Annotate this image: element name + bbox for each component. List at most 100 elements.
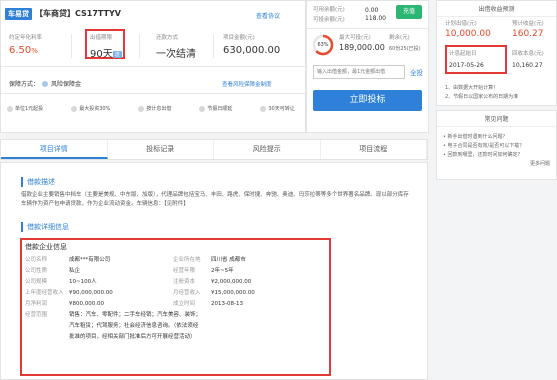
clock-icon [138,105,145,112]
field-value: 成都***有限公司 [69,257,111,263]
field-label: 月净利润 [25,301,48,307]
available-balance: 可用余额(元) [313,5,345,13]
available-value: 0.00 [365,7,379,14]
faq-item[interactable]: • 回款到哪里，还款时间如何确定？ [443,151,550,160]
can-invest-label: 可投余额(元) [313,17,345,23]
company-info-title: 借款企业信息 [25,243,67,251]
table-row: 公司性质 私企 经营年限 2年~5年 [25,266,255,277]
section-title-details: 借款详细信息 [21,222,69,232]
term-number: 90天 [90,49,113,60]
view-agreement-link[interactable]: 查看协议 [256,11,280,20]
tab-project-details[interactable]: 项目详情 [1,140,108,159]
rate-label: 约定年化利率 [9,35,43,41]
section-title-description: 借款描述 [21,177,55,187]
repay-value: 一次结清 [156,49,196,60]
expected-value[interactable]: 10,000.00 [445,29,491,39]
amount-value: 630,000.00 [223,45,281,56]
scope-line: 销售：汽车、零配件；二手车经销；汽车美容、装饰； [69,312,202,318]
percent-icon [71,105,78,112]
divider [71,34,72,58]
loan-description-text: 借款企业主要销售中档车（主要是美规、中东版、加版），代理品牌包括宝马、丰田、路虎… [21,192,409,207]
end-label: 回收本息(元) [512,51,544,57]
field-label: 公司性质 [25,268,48,274]
calc-expected: 计划出借(元) 10,000.00 [445,19,491,39]
rate-unit: % [31,47,38,55]
calc-income: 预计收益(元) 160.27 [512,19,544,39]
feature-item: 节假日顺延 [199,105,232,112]
progress-ring: 63% [312,34,334,56]
field-value: 2年~5年 [211,268,234,274]
end-value: 10,160.27 [512,62,543,69]
tab-project-process[interactable]: 项目流程 [321,140,427,159]
invest-all-link[interactable]: 全投 [410,67,423,77]
faq-list: • 新手出借时遇到什么问题？ • 电子合同是否有效/是否可以下载？ • 回款到哪… [437,127,556,169]
company-info-table: 公司名称 成都***有限公司 企业所在地 四川省 成都市 公司性质 私企 经营年限 2年~5… [25,255,255,343]
can-invest-value: 118.00 [365,15,386,22]
product-tag: 车易贷 [5,8,32,20]
tab-bid-records[interactable]: 投标记录 [108,140,214,159]
can-invest: 可投余额(元) [313,15,345,23]
scope-line: 汽车租赁；代驾服务；社会经济信息咨询。（依法须经 [69,323,199,329]
field-label: 公司规模 [25,279,48,285]
available-label: 可用余额(元) [313,7,345,13]
feature-item: 最大投资30% [71,105,110,112]
field-label: 注册资本 [173,279,196,285]
repay-metric: 还款方式 一次结清 [156,33,196,60]
invest-now-button[interactable]: 立即投标 [313,90,422,111]
field-label: 经营范围 [25,312,48,318]
amount-metric: 项目金额(元) 630,000.00 [223,33,280,56]
divider [1,93,305,94]
max-value: 189,000.00 [339,43,385,52]
faq-item[interactable]: • 新手出借时遇到什么问题？ [443,133,550,142]
loan-summary-panel: 车易贷 【车商贷】CS17TTYV 查看协议 约定年化利率 6.50% 出借期限 … [0,0,306,133]
calc-notes: 1、由数据大开始计算！ 2、节假日以国家公布的日期为准 [445,84,518,102]
calc-end: 回收本息(元) 10,160.27 [512,49,544,69]
field-value: ¥2,000,000.00 [211,279,252,285]
recharge-button[interactable]: 充值 [396,5,422,19]
faq-item-text[interactable]: 新手出借时遇到什么问题？ [448,134,508,140]
feature-item: 30天可转让 [260,105,295,112]
amount-label: 项目金额(元) [223,35,255,41]
field-label: 公司名称 [25,257,48,263]
faq-panel: 常见问题 • 新手出借时遇到什么问题？ • 电子合同是否有效/是否可以下载？ •… [436,110,557,180]
faq-more-link[interactable]: 更多问题 [443,160,550,169]
business-scope: 销售：汽车、零配件；二手车经销；汽车美容、装饰； 汽车租赁；代驾服务；社会经济信… [69,310,201,343]
table-row: 月净利润 ¥800,000.00 成立时间 2013-08-13 [25,299,255,310]
term-label: 出借期限 [90,35,113,41]
field-value: 私企 [69,268,81,274]
calc-start: 计息起始日 2017-05-26 [449,49,484,69]
income-label: 预计收益(元) [512,21,544,27]
guarantee-row: 保障方式： 风险保障金 [9,79,81,88]
field-label: 企业所在地 [173,257,201,263]
feature-item: 单位1元起投 [7,105,43,112]
faq-item-text[interactable]: 回款到哪里，还款时间如何确定？ [448,152,523,158]
calc-note: 2、节假日以国家公布的日期为准 [445,94,519,100]
income-value: 160.27 [512,29,544,39]
guarantee-label: 保障方式： [9,81,40,88]
feature-label: 按计息出借 [146,106,172,112]
rate-metric: 约定年化利率 6.50% [9,33,42,56]
faq-item[interactable]: • 电子合同是否有效/是否可以下载？ [443,142,550,151]
coin-icon [7,105,13,112]
feature-item: 按计息出借 [138,105,171,112]
table-row: 上年度经营收入 ¥90,000,000.00 月经营收入 ¥15,000,000.00 [25,288,255,299]
calc-note: 1、由数据大开始计算！ [445,85,499,91]
divider [139,34,140,58]
guarantee-policy-link[interactable]: 查看风险保障金制度 [222,80,272,88]
faq-item-text[interactable]: 电子合同是否有效/是否可以下载？ [448,143,525,149]
bonus-badge: 送 [112,50,122,58]
earnings-calculator: 出借收益预测 计划出借(元) 10,000.00 预计收益(元) 160.27 … [436,0,557,106]
remaining-label: 剩余(元) [389,35,410,41]
tab-risk-notice[interactable]: 风险提示 [214,140,321,159]
max-invest: 最大可投(元) 189,000.00 [339,33,385,52]
term-metric: 出借期限 90天送 [90,33,122,60]
invest-amount-input[interactable] [313,65,405,79]
field-label: 月经营收入 [173,290,201,296]
term-value: 90天送 [90,45,122,60]
remaining-value: 60份25(已投) [389,46,421,52]
feature-label: 单位1元起投 [15,106,44,112]
start-label: 计息起始日 [449,51,477,57]
rate-value: 6.50% [9,45,42,56]
table-row: 公司规模 10~100人 注册资本 ¥2,000,000.00 [25,277,255,288]
field-value: ¥15,000,000.00 [211,290,255,296]
